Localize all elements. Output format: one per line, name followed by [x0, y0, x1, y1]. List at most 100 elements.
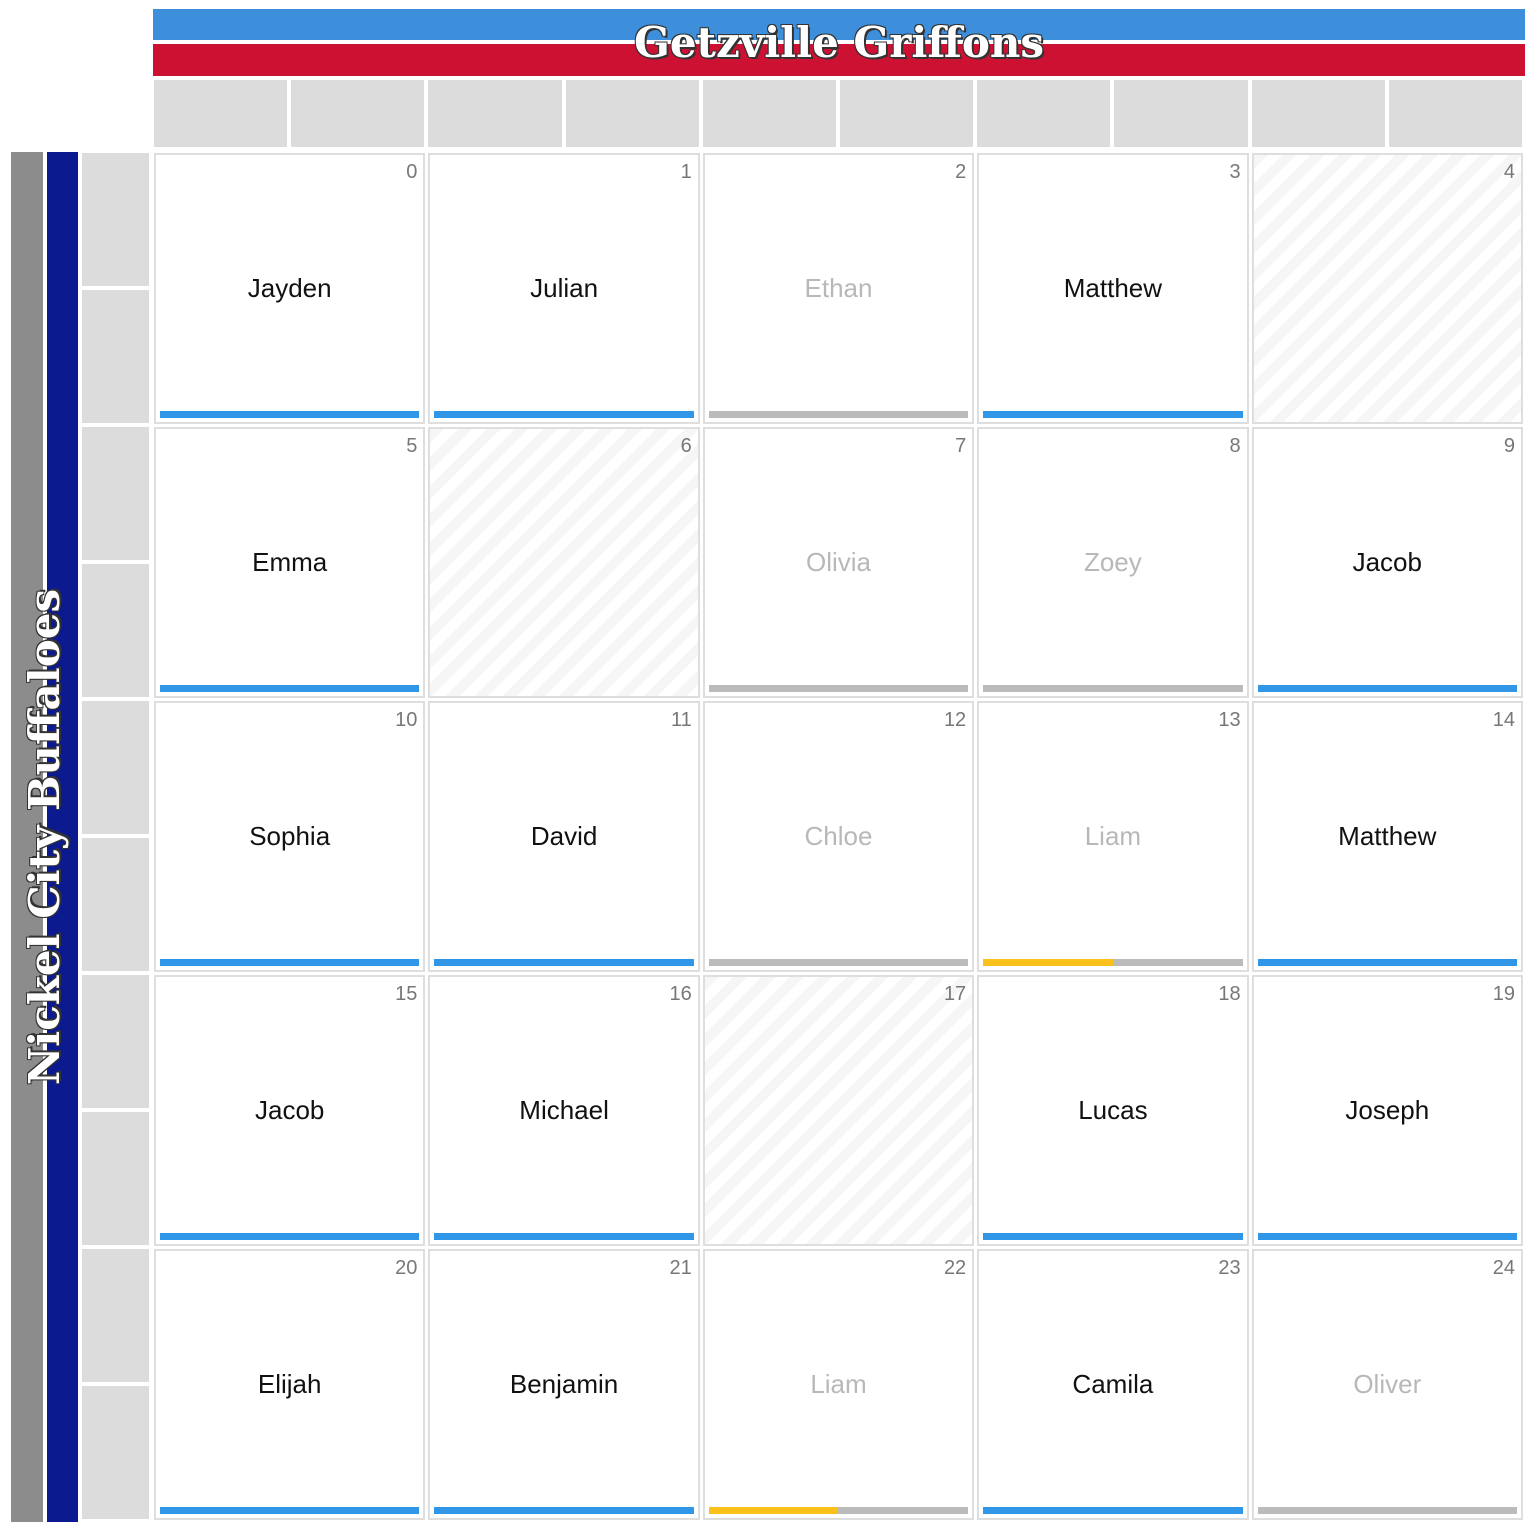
- row-score-box: [82, 153, 149, 286]
- square-status-bar: [1257, 1233, 1517, 1240]
- square-owner-name: Michael: [519, 1095, 609, 1125]
- grid-square[interactable]: 2 Ethan: [702, 153, 975, 424]
- grid-square[interactable]: 22 Liam: [702, 1249, 975, 1520]
- grid-square[interactable]: 8 Zoey: [977, 427, 1249, 698]
- square-status-bar: [160, 959, 420, 966]
- grid-square[interactable]: 3 Matthew: [977, 153, 1249, 424]
- square-status-bar: [434, 411, 694, 418]
- square-status-bar: [434, 959, 694, 966]
- square-status-bar: [160, 685, 420, 692]
- grid-square[interactable]: 9 Jacob: [1251, 427, 1523, 698]
- square-status-bar-fill: [434, 411, 694, 418]
- square-number: 17: [943, 983, 967, 1005]
- square-owner-name: Matthew: [1063, 273, 1163, 303]
- squares-grid: 0 Jayden 1 Julian 2 Ethan 3 Matthew 4 5 Emma 6 7 Oliv…: [153, 152, 1525, 1522]
- square-owner-name: Sophia: [249, 821, 331, 851]
- grid-square[interactable]: 14 Matthew: [1251, 701, 1523, 972]
- square-status-bar: [983, 959, 1243, 966]
- square-status-bar: [983, 685, 1243, 692]
- grid-square[interactable]: 15 Jacob: [154, 975, 426, 1246]
- square-owner-name: Julian: [530, 273, 599, 303]
- row-score-header: [82, 152, 149, 1522]
- column-score-box: [154, 80, 288, 147]
- home-team-name: Getzville Griffons: [633, 18, 1045, 67]
- square-status-bar: [160, 1233, 420, 1240]
- grid-square[interactable]: 13 Liam: [977, 701, 1249, 972]
- square-status-bar-fill: [1257, 685, 1517, 692]
- grid-square[interactable]: 23 Camila: [977, 1249, 1249, 1520]
- square-owner-name: Joseph: [1345, 1095, 1430, 1125]
- row-score-box: [82, 701, 149, 834]
- grid-square[interactable]: 17: [702, 975, 975, 1246]
- square-status-bar: [983, 411, 1243, 418]
- square-number: 4: [1503, 161, 1515, 183]
- grid-square[interactable]: 5 Emma: [154, 427, 426, 698]
- row-score-box: [82, 427, 149, 560]
- square-status-bar: [983, 1507, 1243, 1514]
- square-status-bar: [708, 685, 969, 692]
- square-status-bar-fill: [983, 1507, 1243, 1514]
- square-owner-name: Camila: [1072, 1369, 1154, 1399]
- square-status-bar: [160, 1507, 420, 1514]
- square-owner-name: Matthew: [1338, 821, 1437, 851]
- grid-square[interactable]: 12 Chloe: [702, 701, 975, 972]
- grid-square[interactable]: 7 Olivia: [702, 427, 975, 698]
- grid-square[interactable]: 21 Benjamin: [428, 1249, 700, 1520]
- square-status-bar-fill: [434, 1507, 694, 1514]
- square-status-bar-fill: [434, 1233, 694, 1240]
- square-status-bar: [1257, 959, 1517, 966]
- square-status-bar-fill: [1257, 1233, 1517, 1240]
- square-owner-name: Liam: [810, 1369, 867, 1399]
- column-score-box: [1388, 80, 1522, 147]
- square-status-bar: [1257, 1507, 1517, 1514]
- square-owner-name: David: [530, 821, 598, 851]
- column-score-box: [565, 80, 699, 147]
- grid-square[interactable]: 11 David: [428, 701, 700, 972]
- column-score-box: [428, 80, 562, 147]
- square-status-bar-fill: [160, 1233, 420, 1240]
- grid-square[interactable]: 20 Elijah: [154, 1249, 426, 1520]
- square-status-bar-fill: [160, 685, 420, 692]
- square-owner-name: Emma: [252, 547, 328, 577]
- grid-square[interactable]: 16 Michael: [428, 975, 700, 1246]
- square-owner-name: Ethan: [804, 273, 873, 303]
- row-score-box: [82, 838, 149, 971]
- square-status-bar-fill: [983, 1233, 1243, 1240]
- row-score-box: [82, 564, 149, 697]
- square-status-bar: [1257, 685, 1517, 692]
- square-status-bar-fill: [434, 959, 694, 966]
- column-score-box: [840, 80, 974, 147]
- grid-square[interactable]: 1 Julian: [428, 153, 700, 424]
- away-team-name: Nickel City Buffaloes: [19, 588, 69, 1086]
- row-score-box: [82, 1249, 149, 1382]
- square-status-bar: [708, 959, 969, 966]
- home-team-banner: Getzville Griffons: [153, 9, 1525, 76]
- square-owner-name: Lucas: [1078, 1095, 1148, 1125]
- grid-square[interactable]: 6: [428, 427, 700, 698]
- square-status-bar-fill: [160, 1507, 420, 1514]
- column-score-box: [977, 80, 1111, 147]
- grid-square[interactable]: 24 Oliver: [1251, 1249, 1523, 1520]
- column-score-header: [153, 80, 1525, 147]
- square-owner-name: Zoey: [1083, 547, 1142, 577]
- square-status-bar: [434, 1233, 694, 1240]
- grid-square[interactable]: 10 Sophia: [154, 701, 426, 972]
- square-status-bar: [708, 411, 969, 418]
- grid-square[interactable]: 18 Lucas: [977, 975, 1249, 1246]
- square-owner-name: Jayden: [247, 273, 332, 303]
- column-score-box: [1114, 80, 1248, 147]
- square-owner-name: Elijah: [257, 1369, 322, 1399]
- square-status-bar: [708, 1507, 969, 1514]
- square-owner-name: Jacob: [255, 1095, 325, 1125]
- grid-square[interactable]: 0 Jayden: [154, 153, 426, 424]
- grid-square[interactable]: 4: [1251, 153, 1523, 424]
- grid-square[interactable]: 19 Joseph: [1251, 975, 1523, 1246]
- square-owner-name: Oliver: [1353, 1369, 1422, 1399]
- square-status-bar-fill: [983, 411, 1243, 418]
- row-score-box: [82, 1112, 149, 1245]
- square-status-bar-fill: [160, 411, 420, 418]
- square-status-bar-fill: [1257, 959, 1517, 966]
- square-status-bar-fill: [708, 1507, 839, 1514]
- square-status-bar: [983, 1233, 1243, 1240]
- square-owner-name: Jacob: [1352, 547, 1422, 577]
